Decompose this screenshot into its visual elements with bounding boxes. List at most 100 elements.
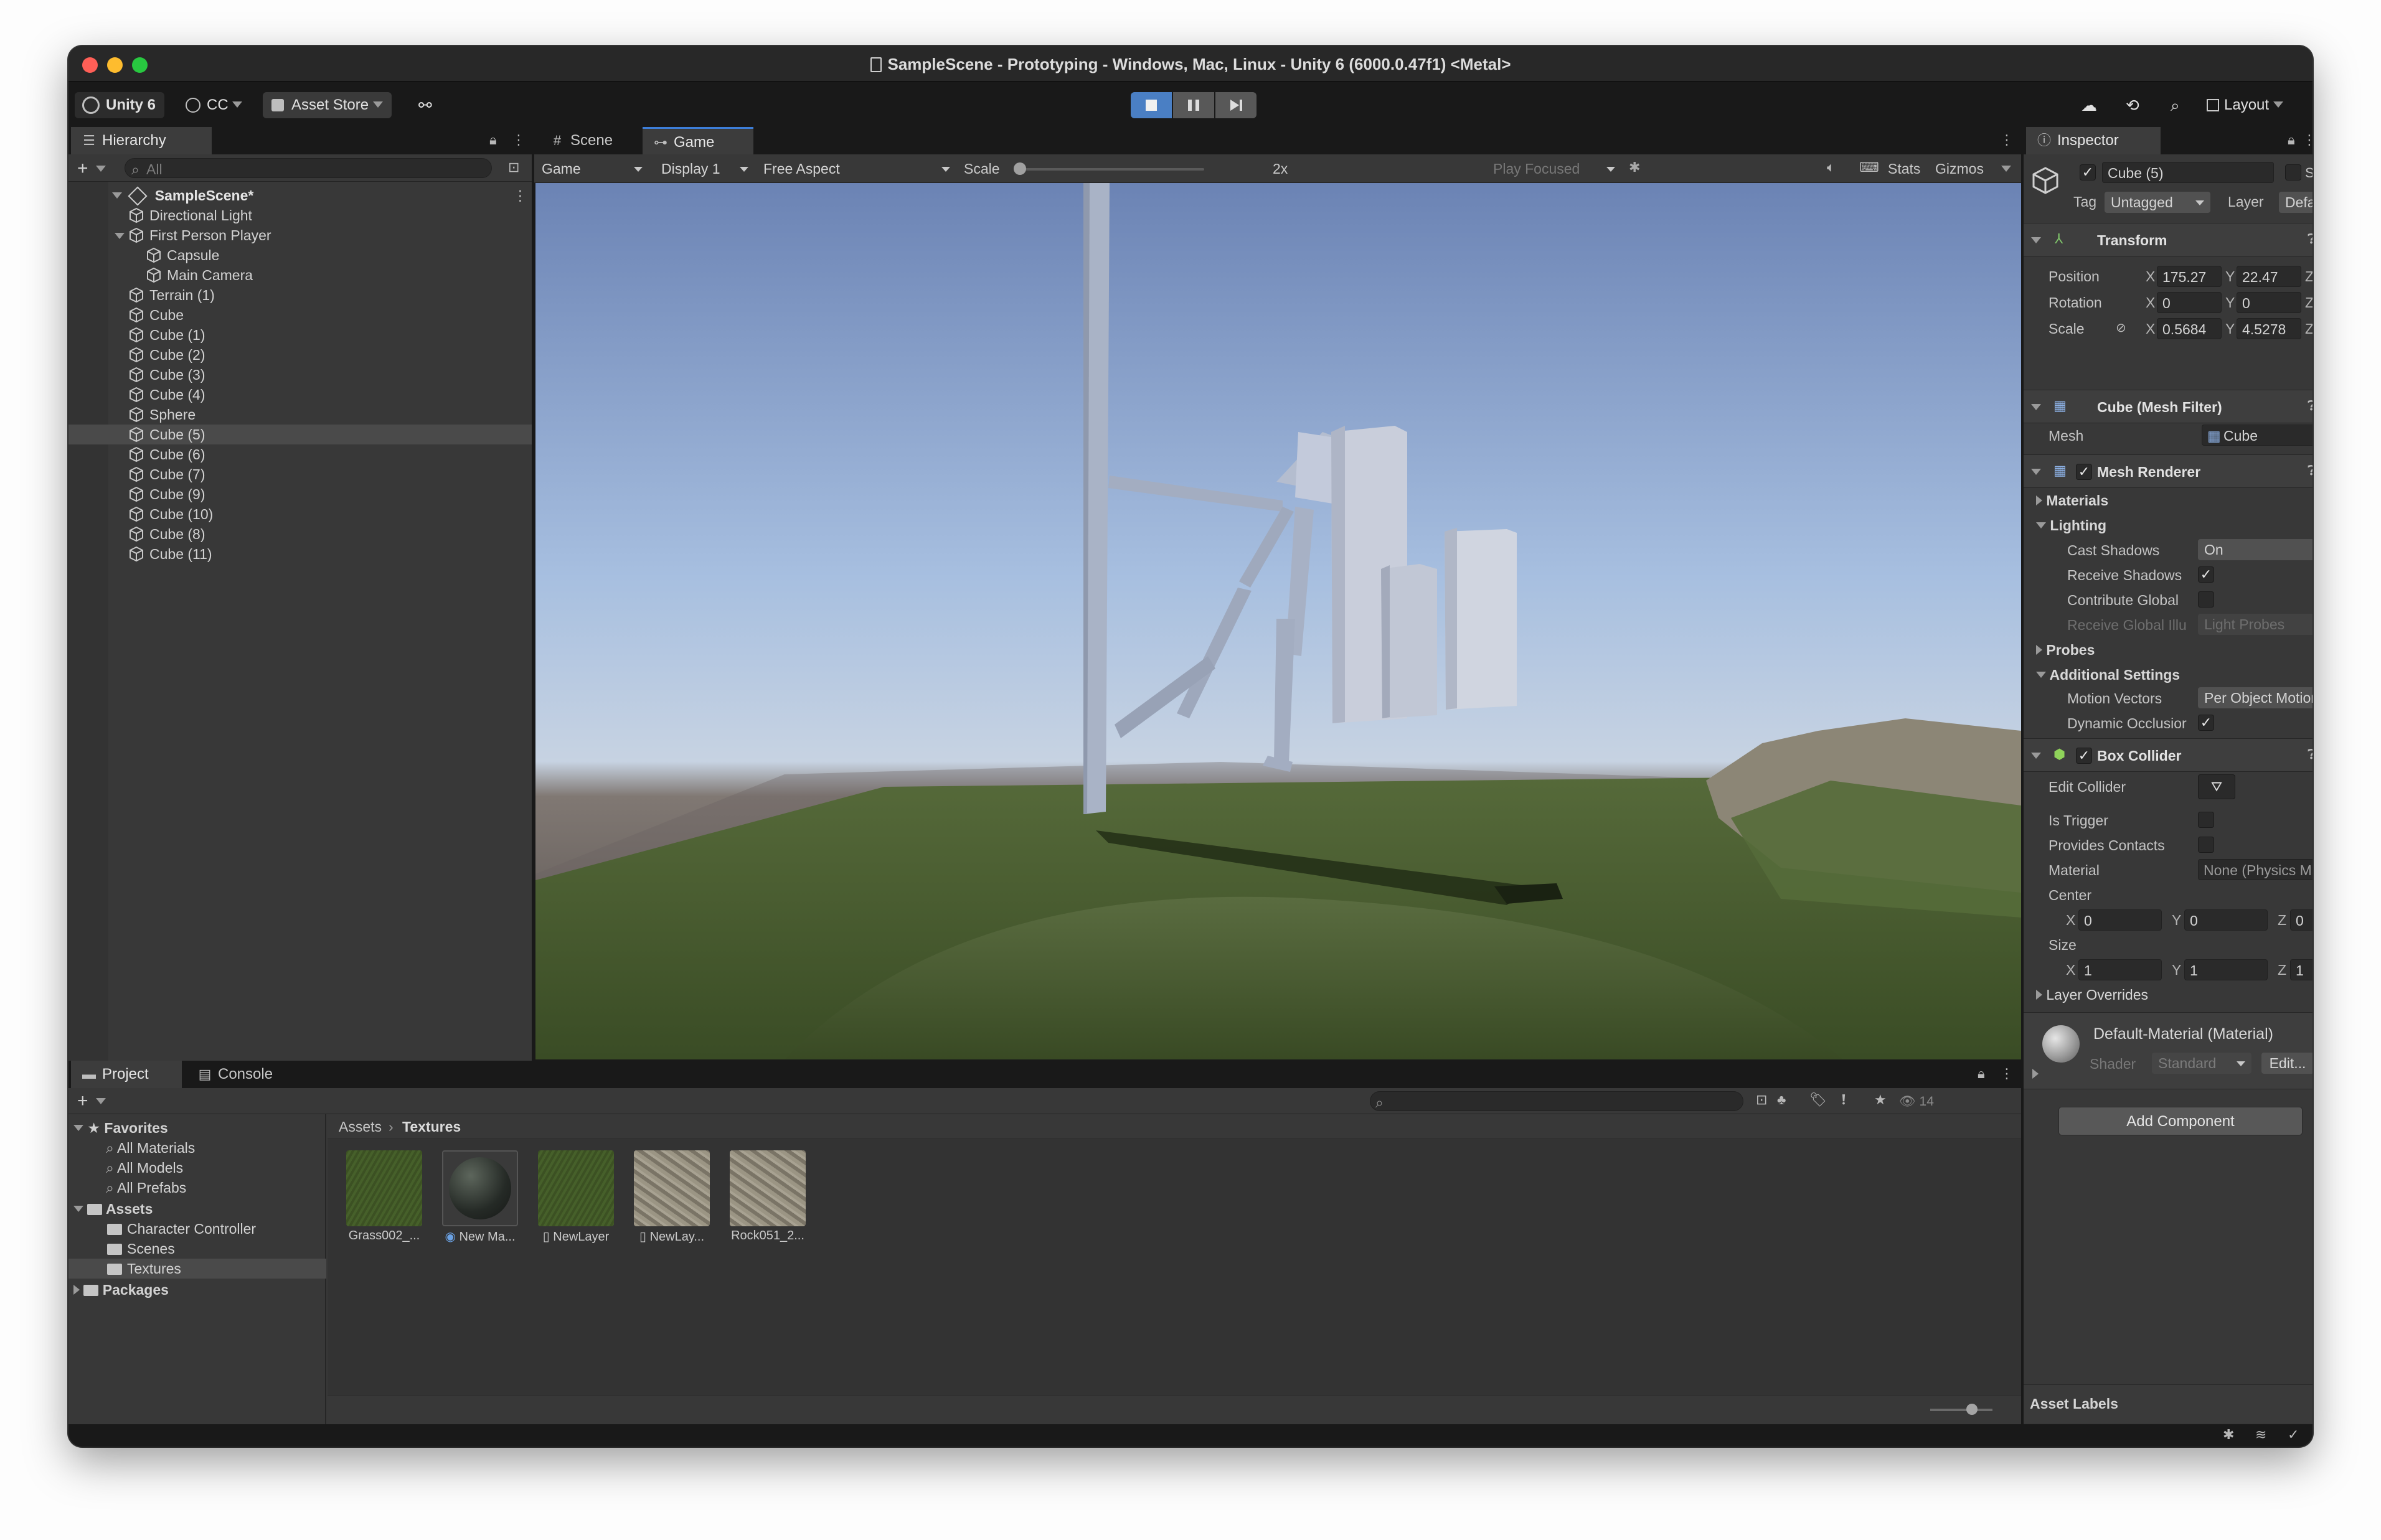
mesh-field[interactable]: ▦ Cube ⊙: [2202, 425, 2313, 446]
breadcrumb-textures[interactable]: Textures: [402, 1117, 461, 1137]
display-dropdown[interactable]: Display 1: [655, 158, 755, 179]
expand-arrow-icon[interactable]: [2032, 1069, 2039, 1079]
edit-shader-button[interactable]: Edit...: [2261, 1053, 2313, 1074]
asset-file-label[interactable]: ▯ NewLay...: [625, 1229, 719, 1244]
mesh-renderer-enabled-toggle[interactable]: ✓: [2076, 464, 2092, 480]
asset-thumbnail[interactable]: [538, 1150, 614, 1226]
dynamic-occlusion-checkbox[interactable]: ✓: [2198, 715, 2214, 731]
gizmos-button[interactable]: Gizmos: [1935, 157, 1984, 180]
provides-contacts-checkbox[interactable]: [2198, 837, 2214, 853]
asset-thumbnail[interactable]: [442, 1150, 518, 1226]
tag-dropdown[interactable]: Untagged: [2105, 192, 2210, 213]
hierarchy-item[interactable]: Cube (4): [68, 385, 532, 405]
hidden-packages-counter[interactable]: 👁︎ 14: [1899, 1092, 1934, 1112]
additional-settings-foldout[interactable]: Additional Settings: [2036, 665, 2180, 685]
game-type-dropdown[interactable]: Game: [535, 158, 649, 179]
cloud-icon[interactable]: ☁: [2072, 92, 2106, 118]
more-options-icon[interactable]: ⋮: [2303, 132, 2313, 148]
center-y-field[interactable]: 0: [2184, 909, 2268, 931]
tab-hierarchy[interactable]: ☰ Hierarchy: [71, 127, 212, 154]
play-button[interactable]: [1131, 92, 1172, 118]
scale-x-field[interactable]: 0.5684: [2157, 318, 2222, 339]
hierarchy-item[interactable]: Capsule: [68, 245, 532, 265]
asset-file-label[interactable]: ▯ NewLayer: [529, 1229, 623, 1244]
size-z-field[interactable]: 1: [2290, 959, 2313, 980]
layers-icon[interactable]: ≋: [2255, 1427, 2266, 1443]
unity-account-button[interactable]: Unity 6: [75, 92, 165, 118]
add-icon[interactable]: +: [77, 158, 88, 179]
hierarchy-item[interactable]: Cube (9): [68, 484, 532, 504]
is-trigger-checkbox[interactable]: [2198, 812, 2214, 828]
asset-folder-item[interactable]: Textures: [68, 1259, 326, 1279]
chevron-down-icon[interactable]: [96, 166, 106, 172]
asset-file-label[interactable]: ◉ New Ma...: [433, 1229, 527, 1244]
shader-dropdown[interactable]: Standard: [2152, 1053, 2251, 1074]
motion-vectors-dropdown[interactable]: Per Object Motion: [2198, 687, 2313, 708]
center-z-field[interactable]: 0: [2290, 909, 2313, 931]
hierarchy-item[interactable]: Sphere: [68, 405, 532, 425]
lock-icon[interactable]: 🔒︎: [489, 132, 497, 148]
rotation-y-field[interactable]: 0: [2237, 292, 2301, 313]
asset-thumbnail[interactable]: [346, 1150, 422, 1226]
more-options-icon[interactable]: ⋮: [512, 132, 526, 148]
account-dropdown[interactable]: CC: [178, 92, 251, 118]
layer-dropdown[interactable]: Default: [2279, 192, 2313, 213]
help-icon[interactable]: ❓︎: [2308, 462, 2313, 479]
search-filter-icon[interactable]: ⊡: [508, 159, 519, 176]
more-options-icon[interactable]: ⋮: [513, 185, 527, 205]
debug-mode-icon[interactable]: ✱: [2223, 1427, 2234, 1443]
stats-button[interactable]: Stats: [1888, 157, 1920, 180]
hierarchy-item[interactable]: Cube (5): [68, 425, 532, 444]
cast-shadows-dropdown[interactable]: On: [2198, 539, 2313, 560]
filter-by-type-icon[interactable]: ♣: [1777, 1092, 1786, 1108]
hierarchy-item[interactable]: Directional Light: [68, 205, 532, 225]
aspect-dropdown[interactable]: Free Aspect: [757, 158, 956, 179]
more-options-icon[interactable]: ⋮: [2000, 132, 2014, 148]
keyboard-icon[interactable]: ⌨: [1859, 159, 1879, 176]
check-icon[interactable]: ✓: [2288, 1427, 2299, 1443]
contribute-gi-checkbox[interactable]: [2198, 591, 2214, 608]
speaker-icon[interactable]: 🔈︎: [1827, 159, 1835, 176]
size-y-field[interactable]: 1: [2184, 959, 2268, 980]
favorite-star-icon[interactable]: ★: [1874, 1092, 1887, 1108]
link-icon[interactable]: ⊘: [2116, 320, 2126, 336]
asset-thumbnail[interactable]: [634, 1150, 710, 1226]
materials-foldout[interactable]: Materials: [2036, 491, 2108, 510]
help-icon[interactable]: ❓︎: [2308, 746, 2313, 763]
mesh-renderer-header[interactable]: ▦ ✓ Mesh Renderer ❓︎ ⇅ ⋮: [2024, 454, 2313, 488]
icon-size-slider-track[interactable]: [1930, 1409, 1992, 1411]
lock-icon[interactable]: 🔒︎: [2288, 132, 2295, 148]
box-collider-header[interactable]: ⬢ ✓ Box Collider ❓︎ ⇅ ⋮: [2024, 738, 2313, 772]
tab-scene[interactable]: # Scene: [539, 127, 639, 154]
warning-filter-icon[interactable]: ❗︎: [1842, 1092, 1846, 1108]
size-x-field[interactable]: 1: [2078, 959, 2162, 980]
hierarchy-item[interactable]: Cube (8): [68, 524, 532, 544]
version-control-icon[interactable]: ⚯: [410, 92, 441, 118]
scene-root-row[interactable]: SampleScene* ⋮: [68, 185, 532, 206]
chevron-down-icon[interactable]: [96, 1098, 106, 1104]
favorite-item[interactable]: ⌕ All Materials: [106, 1138, 195, 1158]
hierarchy-item[interactable]: Cube (6): [68, 444, 532, 464]
mesh-filter-header[interactable]: ▦ Cube (Mesh Filter) ❓︎ ⇅ ⋮: [2024, 390, 2313, 423]
scale-y-field[interactable]: 4.5278: [2237, 318, 2301, 339]
tab-project[interactable]: ▬ Project: [71, 1061, 182, 1088]
help-icon[interactable]: ❓︎: [2308, 398, 2313, 414]
hierarchy-item[interactable]: Cube (10): [68, 504, 532, 524]
search-icon[interactable]: ⌕: [2162, 92, 2189, 118]
breadcrumb-assets[interactable]: Assets: [339, 1117, 382, 1137]
position-y-field[interactable]: 22.47: [2237, 266, 2301, 287]
favorites-foldout[interactable]: ★ Favorites: [73, 1118, 168, 1138]
favorite-item[interactable]: ⌕ All Models: [106, 1158, 183, 1178]
center-x-field[interactable]: 0: [2078, 909, 2162, 931]
asset-thumbnail[interactable]: [730, 1150, 806, 1226]
label-icon[interactable]: 🏷︎: [1809, 1092, 1827, 1108]
add-component-button[interactable]: Add Component: [2058, 1107, 2303, 1135]
hierarchy-item[interactable]: Cube (1): [68, 325, 532, 345]
search-by-type-icon[interactable]: ⊡: [1756, 1092, 1767, 1108]
asset-folder-item[interactable]: Character Controller: [68, 1219, 326, 1239]
assets-foldout[interactable]: Assets: [73, 1199, 153, 1219]
tab-inspector[interactable]: ⓘ Inspector: [2026, 127, 2161, 154]
game-view-viewport[interactable]: [535, 183, 2021, 1059]
position-x-field[interactable]: 175.27: [2157, 266, 2222, 287]
scale-slider-track[interactable]: [1017, 168, 1204, 171]
